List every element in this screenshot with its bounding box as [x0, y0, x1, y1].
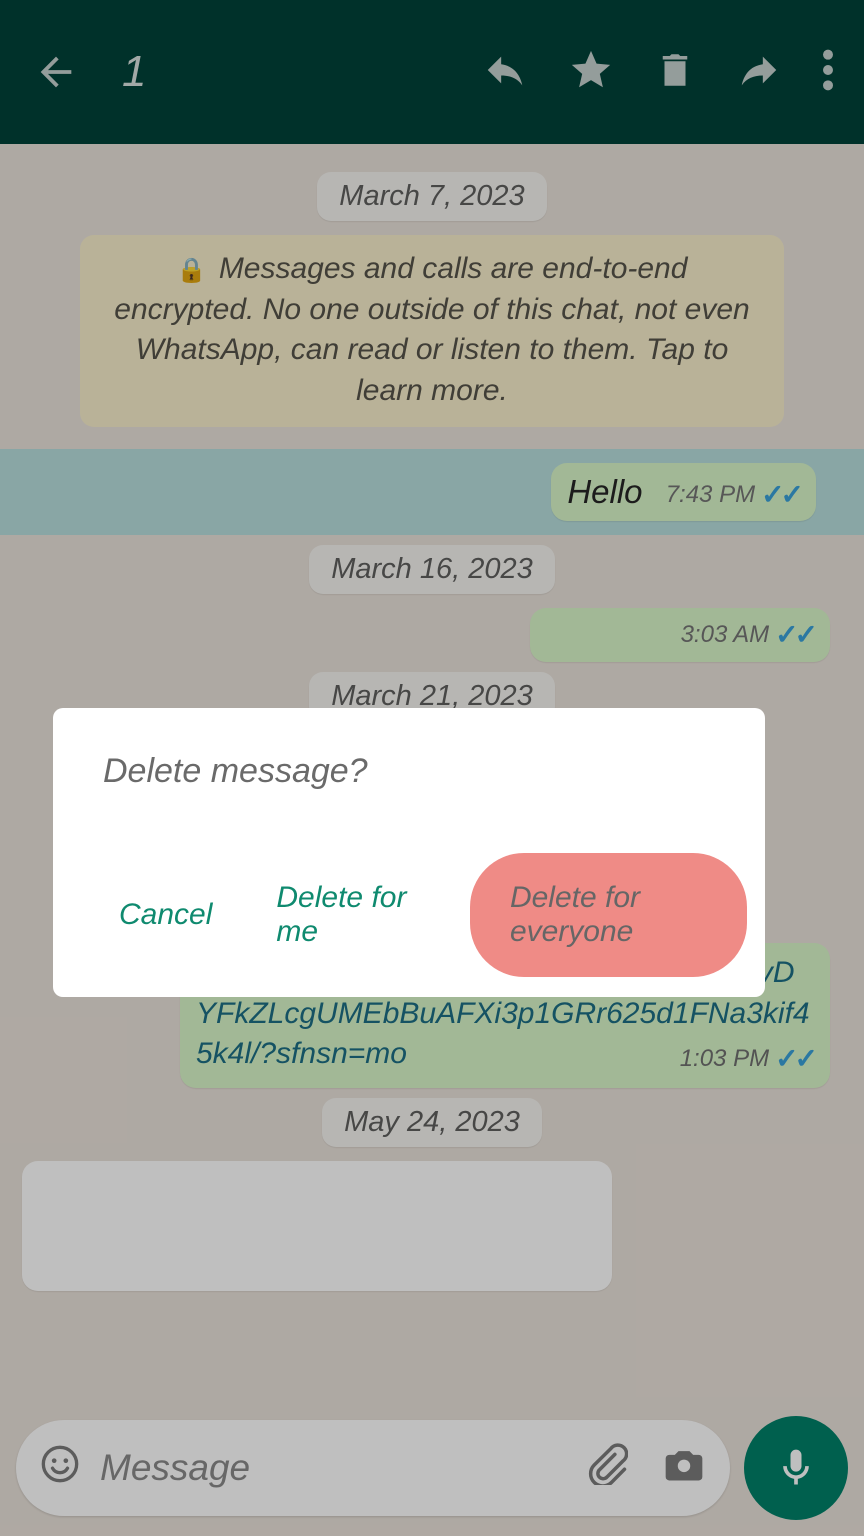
read-ticks-icon: ✓✓ — [775, 1040, 814, 1078]
read-ticks-icon: ✓✓ — [775, 618, 814, 651]
selection-header: 1 — [0, 0, 864, 144]
cancel-button[interactable]: Cancel — [113, 880, 218, 950]
read-ticks-icon: ✓✓ — [761, 478, 800, 511]
header-actions — [482, 47, 834, 98]
delete-icon[interactable] — [654, 47, 696, 98]
mic-button[interactable] — [744, 1416, 848, 1520]
message-placeholder: Message — [100, 1447, 570, 1489]
date-chip: May 24, 2023 — [322, 1098, 542, 1147]
forward-icon[interactable] — [736, 47, 782, 98]
selection-count: 1 — [122, 47, 146, 97]
delete-for-me-button[interactable]: Delete for me — [270, 863, 418, 967]
reply-icon[interactable] — [482, 47, 528, 98]
message-bubble[interactable]: 3:03 AM ✓✓ — [530, 608, 830, 662]
date-chip: March 16, 2023 — [309, 545, 555, 594]
more-icon[interactable] — [822, 47, 834, 98]
encryption-banner[interactable]: 🔒 Messages and calls are end-to-end encr… — [80, 235, 784, 427]
input-bar: Message — [16, 1416, 848, 1520]
message-input[interactable]: Message — [16, 1420, 730, 1516]
star-icon[interactable] — [568, 47, 614, 98]
delete-dialog: Delete message? Cancel Delete for me Del… — [53, 708, 765, 997]
lock-icon: 🔒 — [177, 257, 207, 284]
encryption-text: Messages and calls are end-to-end encryp… — [114, 252, 749, 407]
date-chip: March 7, 2023 — [317, 172, 546, 221]
message-bubble-incoming[interactable] — [22, 1161, 612, 1291]
dialog-title: Delete message? — [103, 752, 737, 791]
message-time: 3:03 AM — [681, 621, 770, 649]
message-bubble[interactable]: Hello 7:43 PM ✓✓ — [551, 463, 816, 521]
camera-icon[interactable] — [662, 1442, 706, 1495]
message-text: Hello — [567, 473, 642, 510]
back-button[interactable] — [20, 36, 92, 108]
message-time: 7:43 PM — [666, 481, 755, 509]
delete-for-everyone-button[interactable]: Delete for everyone — [470, 853, 747, 977]
selected-message-row[interactable]: Hello 7:43 PM ✓✓ — [0, 449, 864, 535]
emoji-icon[interactable] — [40, 1444, 80, 1493]
message-time: 1:03 PM — [680, 1043, 769, 1075]
attach-icon[interactable] — [586, 1443, 628, 1494]
